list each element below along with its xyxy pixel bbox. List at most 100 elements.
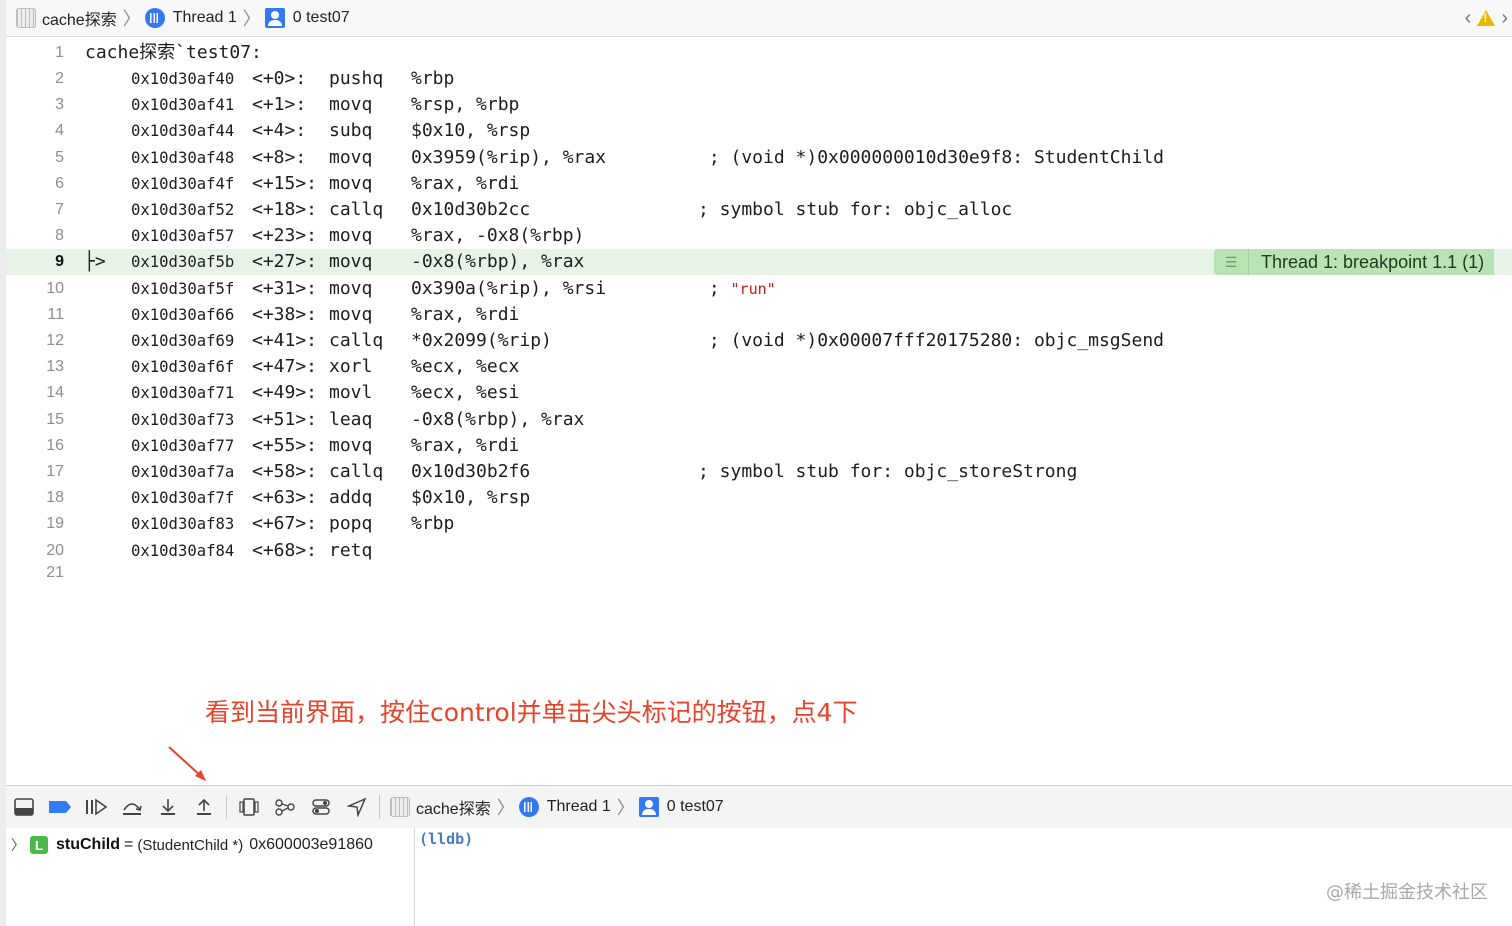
instruction-offset: <+0>: <box>252 68 307 89</box>
jump-bar-frame[interactable]: 0 test07 <box>264 0 350 36</box>
line-number[interactable]: 6 <box>6 171 64 197</box>
menu-lines-icon[interactable]: ☰ <box>1214 249 1249 276</box>
program-counter-arrow-icon[interactable]: ├> <box>84 249 106 275</box>
debug-area-icon <box>14 798 34 816</box>
thread-label: Thread 1 <box>172 9 237 26</box>
continue-icon <box>86 798 108 816</box>
line-number[interactable]: 15 <box>6 407 64 433</box>
function-header: cache探索`test07: <box>85 42 262 63</box>
line-number[interactable]: 19 <box>6 511 64 537</box>
instruction-mnemonic: popq <box>329 513 373 535</box>
instruction-comment: ; (void *)0x00007fff20175280: objc_msgSe… <box>698 330 1164 351</box>
line-number[interactable]: 9 <box>6 249 64 275</box>
line-number[interactable]: 13 <box>6 354 64 380</box>
variables-view[interactable]: 〉 L stuChild = (StudentChild *) 0x600003… <box>6 828 415 926</box>
instruction-mnemonic: movq <box>329 225 373 247</box>
chevron-right-icon: 〉 <box>242 9 261 29</box>
instruction-comment: ; "run" <box>698 277 776 299</box>
line-number[interactable]: 12 <box>6 328 64 354</box>
line-number[interactable]: 7 <box>6 197 64 223</box>
environment-overrides-button[interactable] <box>303 786 339 828</box>
instruction-offset: <+58>: <box>252 461 318 482</box>
line-number[interactable]: 11 <box>6 302 64 328</box>
simulate-location-button[interactable] <box>339 786 375 828</box>
debug-bar-thread[interactable]: Thread 1 〉 <box>518 786 639 828</box>
instruction-address: 0x10d30af4f <box>131 174 235 193</box>
next-issue-icon[interactable]: › <box>1501 7 1508 30</box>
line-number: 1 <box>55 44 64 61</box>
instruction-operands: -0x8(%rbp), %rax <box>411 408 585 430</box>
instruction-address: 0x10d30af66 <box>131 305 235 324</box>
line-number[interactable]: 3 <box>6 92 64 118</box>
step-into-button[interactable] <box>150 786 186 828</box>
target-label: cache探索 <box>416 801 491 818</box>
code-line: 14 0x10d30af71 <+49>: movl %ecx, %esi <box>6 380 1512 406</box>
instruction-address: 0x10d30af71 <box>131 384 235 403</box>
hide-debug-area-button[interactable] <box>6 786 42 828</box>
warning-icon[interactable] <box>1477 10 1496 26</box>
disclosure-chevron-icon[interactable]: 〉 <box>6 835 30 855</box>
instruction-operands: 0x390a(%rip), %rsi <box>411 277 607 299</box>
instruction-mnemonic: callq <box>329 461 384 482</box>
line-number[interactable]: 16 <box>6 433 64 459</box>
target-icon <box>16 8 36 28</box>
line-number[interactable]: 17 <box>6 459 64 485</box>
instruction-operands: %rbp <box>411 513 455 535</box>
memory-graph-icon <box>275 799 295 816</box>
variable-type: (StudentChild *) <box>137 836 244 854</box>
instruction-mnemonic: movq <box>329 434 373 456</box>
instruction-address: 0x10d30af7f <box>131 489 235 508</box>
instruction-mnemonic: subq <box>329 120 373 142</box>
current-instruction-line: 9 ├> 0x10d30af5b <+27>: movq -0x8(%rbp), %rax… <box>6 249 1512 276</box>
continue-button[interactable] <box>78 786 114 828</box>
instruction-operands: %rax, -0x8(%rbp) <box>411 225 585 247</box>
instruction-mnemonic: movl <box>329 382 373 404</box>
instruction-operands: 0x10d30b2cc <box>411 199 531 220</box>
lldb-console[interactable]: (lldb) @稀土掘金技术社区 <box>415 828 1512 926</box>
instruction-address: 0x10d30af5f <box>131 279 235 298</box>
issue-navigator-controls: ‹ › <box>1465 0 1508 36</box>
line-number[interactable]: 2 <box>6 66 64 92</box>
step-over-button[interactable] <box>114 786 150 828</box>
line-number: 21 <box>46 564 64 581</box>
instruction-mnemonic: movq <box>329 277 373 299</box>
watermark: @稀土掘金技术社区 <box>1326 882 1488 903</box>
instruction-operands: 0x3959(%rip), %rax <box>411 146 607 168</box>
stack-frame-icon <box>264 8 285 28</box>
instruction-comment: ; symbol stub for: objc_alloc <box>698 199 1013 220</box>
disassembly-editor[interactable]: 1 cache探索`test07: 2 0x10d30af40 <+0>: pushq… <box>6 38 1512 786</box>
variable-row[interactable]: 〉 L stuChild = (StudentChild *) 0x600003… <box>6 832 373 858</box>
instruction-offset: <+23>: <box>252 225 318 247</box>
view-hierarchy-button[interactable] <box>231 786 267 828</box>
instruction-address: 0x10d30af48 <box>131 148 235 167</box>
line-number[interactable]: 18 <box>6 485 64 511</box>
code-line: 12 0x10d30af69 <+41>: callq *0x2099(%rip) ; … <box>6 328 1512 354</box>
debug-bar-target[interactable]: cache探索 〉 <box>384 786 519 828</box>
memory-graph-button[interactable] <box>267 786 303 828</box>
instruction-mnemonic: callq <box>329 330 384 351</box>
jump-bar-target[interactable]: cache探索 〉 <box>6 0 145 36</box>
debug-bar-frame[interactable]: 0 test07 <box>638 786 724 828</box>
breakpoint-annotation[interactable]: ☰ Thread 1: breakpoint 1.1 (1) <box>1214 249 1495 276</box>
location-arrow-icon <box>347 797 367 817</box>
previous-issue-icon[interactable]: ‹ <box>1465 7 1472 30</box>
instruction-offset: <+18>: <box>252 199 318 220</box>
console-prompt: (lldb) <box>419 830 474 848</box>
code-line: 11 0x10d30af66 <+38>: movq %rax, %rdi <box>6 302 1512 328</box>
instruction-operands: %rax, %rdi <box>411 172 520 194</box>
frame-label: 0 test07 <box>666 798 724 815</box>
line-number[interactable]: 8 <box>6 223 64 249</box>
instruction-operands: %ecx, %ecx <box>411 356 520 378</box>
line-number[interactable]: 4 <box>6 118 64 144</box>
line-number[interactable]: 10 <box>6 276 64 302</box>
step-out-button[interactable] <box>186 786 222 828</box>
instruction-comment: ; symbol stub for: objc_storeStrong <box>698 461 1078 482</box>
line-number[interactable]: 5 <box>6 145 64 171</box>
line-number[interactable]: 14 <box>6 380 64 406</box>
breakpoints-toggle-button[interactable] <box>42 786 78 828</box>
jump-bar-thread[interactable]: Thread 1 〉 <box>144 0 265 36</box>
instruction-address: 0x10d30af77 <box>131 436 235 455</box>
instruction-mnemonic: callq <box>329 199 384 220</box>
thread-label: Thread 1 <box>546 798 611 815</box>
frame-label: 0 test07 <box>292 9 350 26</box>
